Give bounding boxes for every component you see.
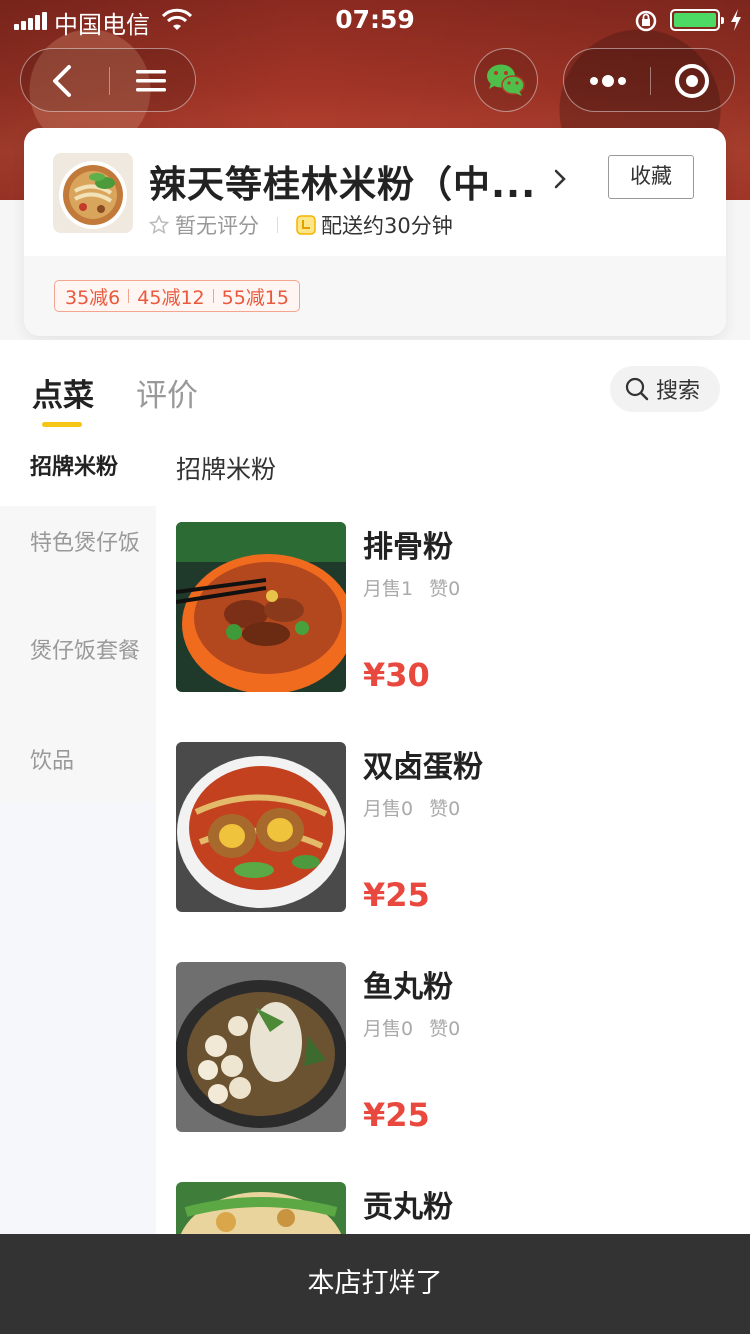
dish-sales: 月售0: [363, 1018, 414, 1040]
dish-meta: 月售0 赞0: [363, 794, 460, 821]
discount-item: 35减6: [65, 286, 121, 309]
wechat-share-button[interactable]: [474, 48, 538, 112]
back-icon[interactable]: [41, 59, 85, 103]
close-miniprogram-icon[interactable]: [672, 61, 712, 101]
category-item[interactable]: 煲仔饭套餐: [0, 632, 156, 672]
discount-item: 55减15: [221, 286, 289, 309]
delivery-time-text: 配送约30分钟: [321, 214, 453, 238]
favorite-button[interactable]: 收藏: [608, 155, 694, 199]
charging-icon: [731, 9, 741, 31]
category-item[interactable]: 特色煲仔饭: [0, 524, 156, 564]
tab-order[interactable]: 点菜: [32, 370, 94, 415]
active-tab-indicator: [42, 422, 82, 427]
dish-image: [176, 742, 346, 912]
menu-icon[interactable]: [133, 63, 169, 99]
dish-meta: 月售1 赞0: [363, 574, 460, 601]
battery-icon: [670, 9, 724, 31]
dish-item[interactable]: 双卤蛋粉 月售0 赞0 ¥25: [176, 742, 736, 914]
status-bar: 中国电信 07:59: [0, 0, 750, 40]
dish-item[interactable]: 贡丸粉: [176, 1182, 736, 1234]
rotation-lock-icon: [635, 10, 657, 32]
chevron-right-icon[interactable]: [552, 168, 568, 190]
dish-sales: 月售0: [363, 798, 414, 820]
tab-review[interactable]: 评价: [136, 370, 198, 415]
dish-name: 排骨粉: [363, 530, 453, 565]
search-label: 搜索: [656, 379, 701, 404]
dish-price: ¥25: [363, 876, 430, 914]
search-button[interactable]: 搜索: [610, 366, 720, 412]
dish-price: ¥25: [363, 1096, 430, 1134]
delivery-time-icon: [296, 215, 316, 235]
search-icon: [625, 377, 649, 401]
shop-meta-row: 暂无评分 配送约30分钟: [149, 210, 453, 240]
dish-image: [176, 1182, 346, 1234]
dish-meta: 月售0 赞0: [363, 1014, 460, 1041]
more-icon[interactable]: [586, 63, 630, 99]
star-icon: [149, 215, 169, 234]
dish-price: ¥30: [363, 656, 430, 694]
dish-likes: 赞0: [429, 1018, 461, 1040]
dish-sales: 月售1: [363, 578, 414, 600]
shop-name[interactable]: 辣天等桂林米粉（中...: [149, 154, 536, 208]
category-item[interactable]: 饮品: [0, 742, 156, 782]
discount-badge: 35减6 45减12 55减15: [54, 280, 300, 312]
section-title: 招牌米粉: [176, 455, 277, 484]
shop-logo: [53, 153, 133, 233]
shop-info-card: 辣天等桂林米粉（中... 收藏 暂无评分 配送约30分钟 35减6 45减12 …: [24, 128, 726, 336]
dish-likes: 赞0: [429, 578, 461, 600]
dish-item[interactable]: 鱼丸粉 月售0 赞0 ¥25: [176, 962, 736, 1134]
dish-image: [176, 962, 346, 1132]
rating-text: 暂无评分: [175, 214, 259, 238]
dish-name: 双卤蛋粉: [363, 750, 483, 785]
category-sidebar: 招牌米粉 特色煲仔饭 煲仔饭套餐 饮品: [0, 436, 156, 1234]
category-item-active[interactable]: 招牌米粉: [0, 436, 156, 506]
tab-bar: 点菜 评价 搜索: [0, 340, 750, 436]
discount-item: 45减12: [137, 286, 205, 309]
discount-area: 35减6 45减12 55减15: [24, 256, 726, 336]
dish-name: 鱼丸粉: [363, 970, 453, 1005]
nav-capsule: [20, 48, 196, 112]
miniprogram-capsule: [563, 48, 735, 112]
store-closed-bar: 本店打烊了: [0, 1234, 750, 1334]
wechat-icon: [487, 64, 525, 96]
dish-item[interactable]: 排骨粉 月售1 赞0 ¥30: [176, 522, 736, 694]
menu-list: 招牌米粉 排骨粉 月售1 赞0 ¥30 双卤蛋粉 月售0 赞0 ¥25 鱼丸粉 …: [156, 436, 750, 1234]
dish-likes: 赞0: [429, 798, 461, 820]
dish-image: [176, 522, 346, 692]
dish-name: 贡丸粉: [363, 1190, 453, 1225]
